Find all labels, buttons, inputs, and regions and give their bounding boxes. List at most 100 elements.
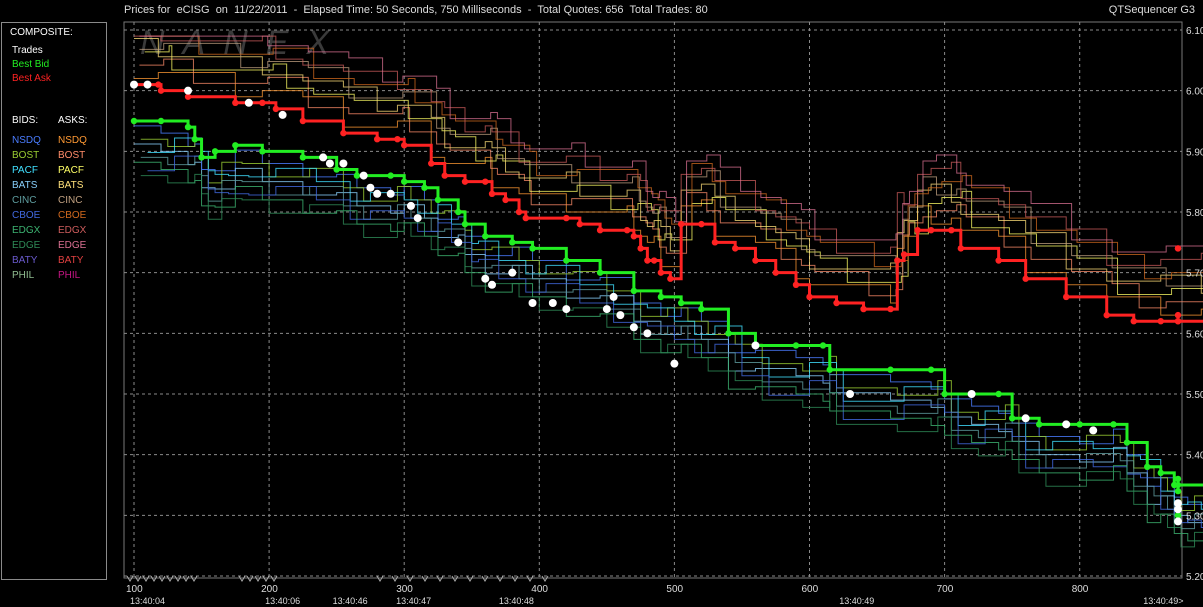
point-best-bid <box>455 208 462 216</box>
y-tick-label: 5.80 <box>1186 208 1203 219</box>
point-best-ask <box>623 227 631 234</box>
x-tick-label: 200 <box>261 584 278 595</box>
point-best-ask <box>731 245 739 252</box>
point-best-bid <box>887 366 894 373</box>
x-tick-label: 700 <box>937 584 954 595</box>
point-best-bid <box>434 196 442 204</box>
point-trades <box>846 390 855 398</box>
point-best-bid <box>1123 439 1131 446</box>
point-best-ask <box>1103 311 1110 319</box>
point-best-ask <box>667 275 674 282</box>
point-trades <box>1174 517 1182 526</box>
y-tick-label: 5.30 <box>1186 511 1203 522</box>
point-best-bid <box>1174 487 1182 495</box>
point-best-ask <box>752 257 759 264</box>
point-best-bid <box>596 269 604 276</box>
point-best-bid <box>1035 421 1043 428</box>
point-trades <box>643 329 652 338</box>
x-time-label: 13:40:48 <box>499 596 534 606</box>
point-trades <box>1021 414 1030 423</box>
point-trades <box>616 311 625 320</box>
point-best-ask <box>576 220 584 228</box>
point-best-ask <box>1174 245 1182 252</box>
point-trades <box>339 159 348 168</box>
y-tick-label: 6.00 <box>1186 87 1203 98</box>
point-best-bid <box>259 148 266 155</box>
point-best-ask <box>428 160 435 167</box>
point-best-bid <box>211 148 219 155</box>
price-chart: NANEX 5.205.305.405.505.605.705.805.906.… <box>123 21 1203 606</box>
point-best-bid <box>461 220 469 228</box>
x-tick-label: 800 <box>1072 584 1089 595</box>
point-trades <box>602 305 611 314</box>
point-best-ask <box>157 87 165 94</box>
point-best-ask <box>394 136 401 143</box>
point-best-ask <box>894 257 901 264</box>
x-axis: 100 200 300 400 500 600 700 800 13:40:04 13:40:06… <box>126 575 1184 606</box>
point-best-ask <box>373 136 381 143</box>
y-tick-label: 6.10 <box>1186 26 1203 37</box>
point-trades <box>488 280 497 289</box>
point-trades <box>413 214 422 223</box>
point-best-bid <box>232 142 239 149</box>
point-best-ask <box>711 239 719 246</box>
point-trades <box>359 171 368 180</box>
point-best-bid <box>657 293 665 301</box>
point-best-bid <box>941 390 948 398</box>
point-trades <box>406 201 415 210</box>
x-tick-label: 500 <box>666 584 683 595</box>
point-best-ask <box>806 293 813 301</box>
point-trades <box>325 159 334 168</box>
point-trades <box>508 268 517 277</box>
point-trades <box>184 86 193 95</box>
point-best-bid <box>995 390 1002 398</box>
point-best-ask <box>1157 318 1164 325</box>
point-best-bid <box>1076 421 1083 428</box>
point-best-bid <box>421 184 428 191</box>
point-trades <box>629 323 638 332</box>
point-best-ask <box>698 220 705 228</box>
point-best-bid <box>630 287 638 295</box>
point-trades <box>278 110 287 119</box>
point-best-ask <box>596 227 604 234</box>
point-best-bid <box>333 166 340 173</box>
point-trades <box>386 189 395 198</box>
point-best-bid <box>677 299 685 307</box>
point-best-ask <box>833 299 840 307</box>
point-best-ask <box>482 178 489 185</box>
point-best-bid <box>1008 415 1016 422</box>
point-best-bid <box>157 117 165 125</box>
x-time-label: 13:40:04 <box>130 596 165 606</box>
point-best-bid <box>563 257 570 264</box>
point-trades <box>481 274 490 283</box>
point-best-bid <box>819 342 827 349</box>
point-best-bid <box>826 366 833 373</box>
point-best-bid <box>198 154 205 161</box>
point-best-ask <box>461 178 469 185</box>
point-best-ask <box>1062 293 1070 301</box>
point-best-bid <box>191 136 198 143</box>
point-best-bid <box>725 330 732 337</box>
point-best-bid <box>1174 481 1182 489</box>
point-best-ask <box>340 129 347 137</box>
point-trades <box>670 359 679 368</box>
y-tick-label: 5.20 <box>1186 572 1203 583</box>
point-best-ask <box>644 257 651 264</box>
point-trades <box>967 390 976 398</box>
point-trades <box>562 305 571 314</box>
point-best-bid <box>698 305 705 313</box>
y-tick-label: 5.70 <box>1186 269 1203 280</box>
point-best-ask <box>957 245 965 252</box>
point-trades <box>528 299 537 307</box>
point-best-ask <box>657 269 665 276</box>
point-best-bid <box>927 366 935 373</box>
point-best-bid <box>1144 463 1151 470</box>
x-tick-label: 300 <box>396 584 413 595</box>
point-best-bid <box>184 123 192 131</box>
point-trades <box>373 189 382 198</box>
x-time-label: 13:40:49 <box>839 596 874 606</box>
point-best-bid <box>529 245 536 252</box>
point-best-ask <box>272 105 280 113</box>
point-best-ask <box>630 233 638 240</box>
point-best-ask <box>637 245 644 252</box>
